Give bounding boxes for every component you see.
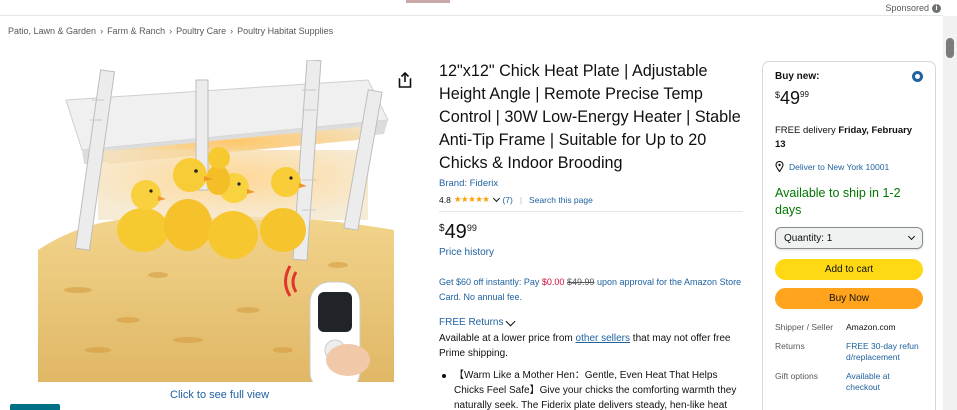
buybox-price-whole: 49 <box>780 88 801 108</box>
rating-row: 4.8 ★★★★★ (7) | Search this page <box>439 194 745 205</box>
chevron-right-icon: › <box>169 26 173 36</box>
info-icon[interactable]: i <box>932 3 941 13</box>
product-price: $ 49 99 <box>439 221 745 243</box>
scrollbar-thumb[interactable] <box>946 38 954 58</box>
info-key: Returns <box>775 341 805 351</box>
promo-new-price: $0.00 <box>541 277 565 287</box>
info-row-returns: Returns FREE 30-day refund/replacement <box>775 341 923 363</box>
breadcrumb-item-farm[interactable]: Farm & Ranch <box>107 26 165 36</box>
product-image[interactable] <box>38 60 394 382</box>
deliver-to-text: Deliver to New York 10001 <box>789 161 890 172</box>
header-divider <box>0 15 943 16</box>
info-key: Gift options <box>775 371 818 381</box>
product-details: 12"x12" Chick Heat Plate | Adjustable He… <box>439 60 745 410</box>
chevron-down-icon <box>907 232 916 241</box>
delivery-info: FREE delivery Friday, February 13 <box>775 124 923 152</box>
buy-new-label: Buy new: <box>775 71 820 82</box>
delivery-text: FREE delivery <box>775 125 839 136</box>
add-to-cart-button[interactable]: Add to cart <box>775 259 923 280</box>
share-icon[interactable] <box>398 72 412 88</box>
price-history-link[interactable]: Price history <box>439 247 745 258</box>
info-key: Shipper / Seller <box>775 322 834 332</box>
breadcrumb-item-poultry-care[interactable]: Poultry Care <box>176 26 226 36</box>
bullet-dot <box>442 374 446 378</box>
location-pin-icon <box>775 161 784 172</box>
price-whole: 49 <box>444 221 467 243</box>
quantity-select[interactable]: Quantity: 1 <box>775 227 923 249</box>
sponsored-label[interactable]: Sponsored i <box>885 3 941 13</box>
sponsored-text: Sponsored <box>885 3 929 13</box>
other-sellers-link[interactable]: other sellers <box>576 333 630 344</box>
availability-status: Available to ship in 1-2 days <box>775 186 901 217</box>
search-page-link[interactable]: Search this page <box>529 195 593 205</box>
free-returns-label: FREE Returns <box>439 317 504 328</box>
buy-new-radio[interactable] <box>912 71 923 82</box>
promo-text-a: Get $60 off instantly: Pay <box>439 277 542 287</box>
free-returns-link[interactable]: FREE Returns <box>439 316 745 328</box>
chevron-down-icon <box>506 316 516 326</box>
promo-old-price: $49.99 <box>566 277 595 287</box>
buybox-price-fraction: 99 <box>800 90 809 99</box>
breadcrumb-item-patio[interactable]: Patio, Lawn & Garden <box>8 26 96 36</box>
product-title: 12"x12" Chick Heat Plate | Adjustable He… <box>439 62 741 172</box>
feature-bullet-text: 【Warm Like a Mother Hen：Gentle, Even Hea… <box>454 370 737 410</box>
lower-price-note: Available at a lower price from other se… <box>439 331 745 361</box>
returns-policy-link[interactable]: FREE 30-day refund/replacement <box>846 341 921 363</box>
buy-new-row[interactable]: Buy new: <box>775 71 923 82</box>
info-row-shipper: Shipper / Seller Amazon.com <box>775 322 923 333</box>
deliver-to-link[interactable]: Deliver to New York 10001 <box>775 161 923 172</box>
gift-options-link[interactable]: Available at checkout <box>846 371 906 393</box>
page-scrollbar[interactable] <box>943 16 957 410</box>
info-row-gift: Gift options Available at checkout <box>775 371 923 393</box>
brand-link[interactable]: Brand: Fiderix <box>439 178 745 189</box>
breadcrumb-item-habitat[interactable]: Poultry Habitat Supplies <box>237 26 333 36</box>
rating-value: 4.8 <box>439 194 451 205</box>
feature-bullet: 【Warm Like a Mother Hen：Gentle, Even Hea… <box>439 368 745 410</box>
store-card-promo[interactable]: Get $60 off instantly: Pay $0.00 $49.99 … <box>439 275 745 305</box>
buy-box: Buy new: $ 49 99 FREE delivery Friday, F… <box>762 61 936 410</box>
chevron-right-icon: › <box>100 26 104 36</box>
quantity-value: Quantity: 1 <box>784 232 833 244</box>
heat-plate-illustration <box>38 60 394 382</box>
separator: | <box>519 194 523 205</box>
lower-price-text-a: Available at a lower price from <box>439 333 576 344</box>
chevron-down-icon[interactable] <box>493 194 501 202</box>
review-count-link[interactable]: (7) <box>502 195 512 205</box>
info-value: Amazon.com <box>846 322 896 332</box>
breadcrumb: Patio, Lawn & Garden › Farm & Ranch › Po… <box>8 26 333 36</box>
see-full-view-link[interactable]: Click to see full view <box>170 389 269 401</box>
chevron-right-icon: › <box>230 26 234 36</box>
buy-now-button[interactable]: Buy Now <box>775 288 923 309</box>
top-accent-bar <box>406 0 450 3</box>
star-rating-icon[interactable]: ★★★★★ <box>454 194 490 205</box>
buybox-price: $ 49 99 <box>775 88 923 108</box>
details-divider <box>439 211 743 212</box>
seller-info-table: Shipper / Seller Amazon.com Returns FREE… <box>775 322 923 393</box>
thumbnail-indicator[interactable] <box>10 404 60 410</box>
price-fraction: 99 <box>466 223 477 233</box>
